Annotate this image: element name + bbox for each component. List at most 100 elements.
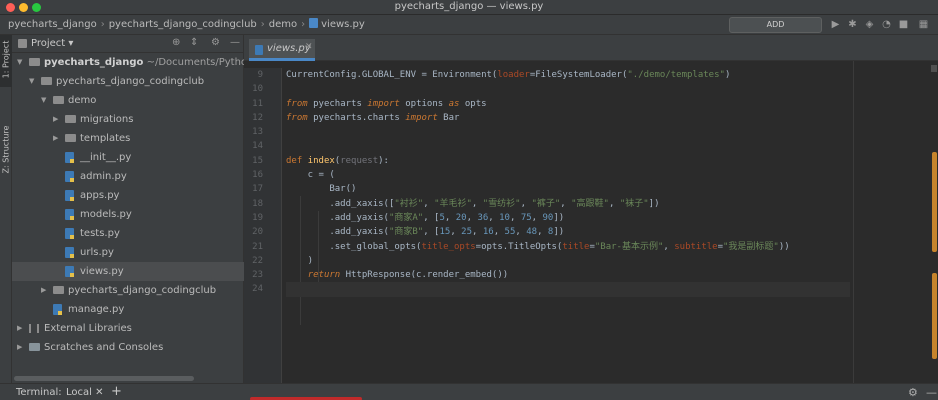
code-token: , xyxy=(444,212,456,223)
code-token: CurrentConfig.GLOBAL_ENV = Environment( xyxy=(286,70,498,80)
code-token: 90 xyxy=(542,212,554,223)
debug-icon[interactable]: ✱ xyxy=(847,19,858,30)
code-area[interactable]: CurrentConfig.GLOBAL_ENV = Environment(l… xyxy=(286,68,850,297)
code-line[interactable]: .add_xaxis(["衬衫", "羊毛衫", "雪纺衫", "裤子", "高… xyxy=(286,197,850,211)
tree-item[interactable]: ▼ demo xyxy=(12,91,244,110)
breadcrumb-item-project[interactable]: pyecharts_django xyxy=(8,19,97,30)
code-line[interactable]: .add_yaxis("商家A", [5, 20, 36, 10, 75, 90… xyxy=(286,211,850,225)
project-stripe-label[interactable]: 1: Project xyxy=(2,38,11,82)
tree-item[interactable]: ▶ External Libraries xyxy=(12,319,244,338)
profile-icon[interactable]: ◔ xyxy=(881,19,892,30)
code-line[interactable]: c = ( xyxy=(286,168,850,182)
tree-item[interactable]: ▶ Scratches and Consoles xyxy=(12,338,244,357)
new-terminal-button[interactable]: + xyxy=(111,384,122,399)
code-line[interactable]: def index(request): xyxy=(286,154,850,168)
code-token: from xyxy=(286,98,308,109)
horizontal-scrollbar[interactable] xyxy=(14,376,194,381)
code-line[interactable]: ​ xyxy=(286,282,850,297)
chevron-right-icon[interactable]: ▶ xyxy=(17,338,22,357)
tree-item[interactable]: tests.py xyxy=(12,224,244,243)
close-icon[interactable]: ✕ xyxy=(305,42,313,52)
code-token: Bar() xyxy=(286,184,357,195)
tree-item[interactable]: ▼ pyecharts_django_codingclub xyxy=(12,72,244,91)
tree-item[interactable]: ▶ migrations xyxy=(12,110,244,129)
python-file-icon xyxy=(65,266,74,277)
project-panel-title[interactable]: Project ▾ xyxy=(31,38,73,49)
gear-icon[interactable]: ⚙ xyxy=(908,386,918,399)
line-number: 15 xyxy=(252,155,263,166)
code-token: import xyxy=(405,112,438,123)
code-line[interactable]: return HttpResponse(c.render_embed()) xyxy=(286,268,850,282)
code-line[interactable]: .add_yaxis("商家B", [15, 25, 16, 55, 48, 8… xyxy=(286,225,850,239)
line-number-gutter: 9 10 11 12 13 14 15 16 17 18 19 20 21 22 23 24 xyxy=(244,68,282,383)
breadcrumb-item-demo[interactable]: demo xyxy=(269,19,297,30)
chevron-right-icon[interactable]: ▶ xyxy=(53,129,58,148)
locate-file-icon[interactable]: ⊕ xyxy=(172,37,180,48)
tree-item[interactable]: ▶ templates xyxy=(12,129,244,148)
scrollbar-marker[interactable] xyxy=(932,273,937,359)
add-configuration-button[interactable]: ADD CONFIGURATION... xyxy=(729,17,822,43)
chevron-right-icon[interactable]: ▶ xyxy=(41,281,46,300)
tool-window-stripe: 1: Project Z: Structure xyxy=(0,35,12,383)
code-token: import xyxy=(367,98,400,109)
tree-item[interactable]: admin.py xyxy=(12,167,244,186)
line-number: 22 xyxy=(252,255,263,266)
code-line[interactable]: ) xyxy=(286,254,850,268)
scrollbar-marker[interactable] xyxy=(932,152,937,252)
code-token: 36 xyxy=(477,212,489,223)
chevron-right-icon[interactable]: ▶ xyxy=(53,110,58,129)
project-panel: Project ▾ ⊕ ⇕ ⚙ — ▼ pyecharts_django ~/Do… xyxy=(12,35,244,383)
code-token: , xyxy=(520,198,532,209)
terminal-bar: Terminal: Local ✕ + ⚙ — xyxy=(0,383,938,400)
structure-stripe-label[interactable]: Z: Structure xyxy=(2,126,11,174)
line-number: 12 xyxy=(252,112,263,123)
code-token: "羊毛衫" xyxy=(434,198,472,209)
tree-item[interactable]: __init__.py xyxy=(12,148,244,167)
code-line[interactable]: CurrentConfig.GLOBAL_ENV = Environment(l… xyxy=(286,68,850,82)
folder-icon xyxy=(65,134,76,142)
code-line[interactable]: ​ xyxy=(286,125,850,139)
code-token: 10 xyxy=(499,212,510,223)
terminal-tab-local[interactable]: Local ✕ xyxy=(66,387,103,398)
hide-panel-icon[interactable]: — xyxy=(926,386,937,399)
breadcrumb-item-file[interactable]: views.py xyxy=(321,19,365,30)
collapse-all-icon[interactable]: ⇕ xyxy=(190,37,198,48)
chevron-right-icon[interactable]: ▶ xyxy=(17,319,22,338)
code-token: , xyxy=(537,227,548,238)
line-number: 23 xyxy=(252,270,263,281)
code-line[interactable]: ​ xyxy=(286,82,850,96)
tree-item[interactable]: models.py xyxy=(12,205,244,224)
tree-item[interactable]: apps.py xyxy=(12,186,244,205)
code-token: , xyxy=(663,241,675,252)
code-token: index xyxy=(307,155,335,166)
stop-icon[interactable]: ■ xyxy=(898,19,909,30)
chevron-down-icon[interactable]: ▼ xyxy=(41,91,46,110)
code-line[interactable]: from pyecharts.charts import Bar xyxy=(286,111,850,125)
terminal-label[interactable]: Terminal: xyxy=(16,387,62,398)
tree-item[interactable]: views.py xyxy=(12,262,244,281)
project-structure-icon[interactable]: ▦ xyxy=(918,19,929,30)
tree-item[interactable]: ▶ pyecharts_django_codingclub xyxy=(12,281,244,300)
breadcrumb-item-package[interactable]: pyecharts_django_codingclub xyxy=(109,19,257,30)
code-line[interactable]: Bar() xyxy=(286,182,850,196)
python-file-icon xyxy=(65,190,74,201)
code-line[interactable]: from pyecharts import options as opts xyxy=(286,97,850,111)
tab-views-py[interactable]: views.py ✕ xyxy=(249,39,315,61)
code-line[interactable]: .set_global_opts(title_opts=opts.TitleOp… xyxy=(286,240,850,254)
tree-item[interactable]: manage.py xyxy=(12,300,244,319)
hide-panel-icon[interactable]: — xyxy=(230,37,240,48)
run-icon[interactable]: ▶ xyxy=(830,19,841,30)
tree-item[interactable]: ▼ pyecharts_django ~/Documents/Python/cl/… xyxy=(12,53,244,72)
chevron-down-icon[interactable]: ▼ xyxy=(29,72,34,91)
project-tree: ▼ pyecharts_django ~/Documents/Python/cl/… xyxy=(12,53,244,357)
inspection-indicator[interactable] xyxy=(931,65,937,72)
code-token: 75 xyxy=(520,212,532,223)
coverage-icon[interactable]: ◈ xyxy=(864,19,875,30)
editor-tab-bar: views.py ✕ xyxy=(244,35,938,61)
tree-item[interactable]: urls.py xyxy=(12,243,244,262)
code-line[interactable]: ​ xyxy=(286,139,850,153)
code-token: "袜子" xyxy=(619,198,649,209)
chevron-down-icon[interactable]: ▼ xyxy=(17,53,22,72)
gear-icon[interactable]: ⚙ xyxy=(211,37,220,48)
folder-icon xyxy=(53,286,64,294)
